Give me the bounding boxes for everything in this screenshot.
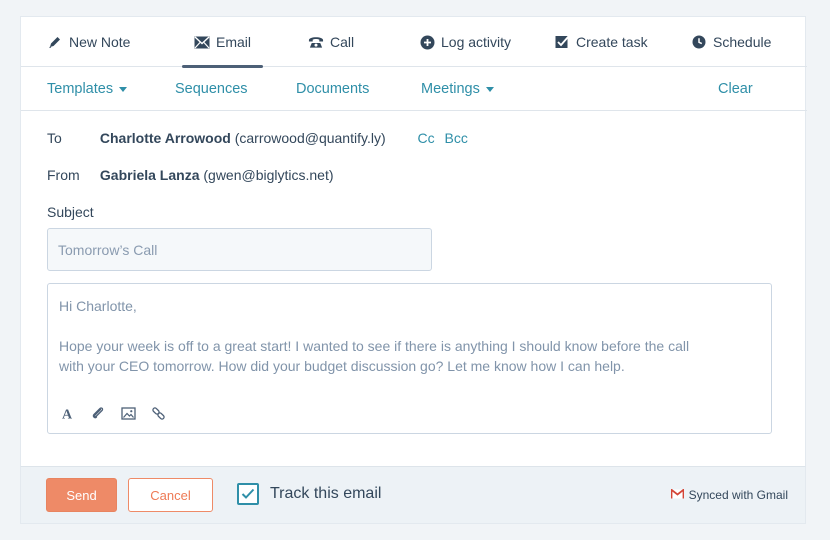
caret-down-icon: [485, 87, 494, 92]
image-icon[interactable]: [120, 405, 136, 421]
checkmark-icon: [241, 488, 255, 499]
caret-down-icon: [119, 87, 128, 92]
link-icon[interactable]: [150, 405, 166, 421]
gmail-sync-status: Synced with Gmail: [670, 487, 788, 502]
editor-toolbar: A: [60, 405, 166, 421]
body-greeting: Hi Charlotte,: [59, 298, 137, 314]
subject-input[interactable]: [47, 228, 432, 271]
tab-label: Create task: [576, 34, 648, 50]
sender-address: (gwen@biglytics.net): [203, 167, 334, 183]
sender-name[interactable]: Gabriela Lanza: [100, 167, 200, 183]
email-composer: New Note Email Call Log activity Create …: [20, 16, 807, 466]
tab-label: Call: [330, 34, 355, 50]
from-label: From: [47, 167, 80, 183]
email-body-editor[interactable]: Hi Charlotte, Hope your week is off to a…: [47, 283, 772, 434]
send-button[interactable]: Send: [46, 478, 117, 512]
envelope-icon: [194, 34, 210, 50]
meetings-dropdown[interactable]: Meetings: [421, 67, 494, 111]
body-line: Hope your week is off to a great start! …: [59, 338, 690, 354]
cancel-button[interactable]: Cancel: [128, 478, 213, 512]
plus-circle-icon: [419, 34, 435, 50]
clear-link[interactable]: Clear: [718, 67, 753, 111]
tab-create-task[interactable]: Create task: [554, 17, 648, 67]
documents-link[interactable]: Documents: [296, 67, 369, 111]
bcc-link[interactable]: Bcc: [445, 130, 468, 146]
meetings-label: Meetings: [421, 81, 480, 97]
composer-footer: Send Cancel Track this email Synced with…: [20, 466, 806, 524]
tab-label: New Note: [69, 34, 131, 50]
recipient-name[interactable]: Charlotte Arrowood: [100, 130, 231, 146]
tab-log-activity[interactable]: Log activity: [419, 17, 511, 67]
email-toolbar-nav: Templates Sequences Documents Meetings C…: [21, 67, 807, 111]
tab-call[interactable]: Call: [308, 17, 354, 67]
track-email-label: Track this email: [270, 485, 382, 502]
track-email-toggle[interactable]: Track this email: [237, 483, 381, 505]
tab-schedule[interactable]: Schedule: [691, 17, 771, 67]
to-row: To Charlotte Arrowood (carrowood@quantif…: [47, 130, 468, 146]
templates-label: Templates: [47, 81, 114, 97]
pencil-icon: [47, 34, 63, 50]
to-label: To: [47, 130, 62, 146]
cc-link[interactable]: Cc: [418, 130, 435, 146]
subject-label: Subject: [47, 204, 94, 220]
gmail-icon: [670, 487, 685, 502]
from-row: From Gabriela Lanza (gwen@biglytics.net): [47, 167, 334, 183]
tab-label: Log activity: [441, 34, 512, 50]
recipient-address: (carrowood@quantify.ly): [234, 130, 386, 146]
phone-icon: [308, 34, 324, 50]
track-email-checkbox[interactable]: [237, 483, 259, 505]
templates-dropdown[interactable]: Templates: [47, 67, 128, 111]
body-line: with your CEO tomorrow. How did your bud…: [59, 358, 625, 374]
checkbox-icon: [554, 34, 570, 50]
svg-text:A: A: [62, 408, 73, 421]
sequences-link[interactable]: Sequences: [175, 67, 248, 111]
synced-label: Synced with Gmail: [688, 488, 788, 502]
activity-tabs: New Note Email Call Log activity Create …: [21, 17, 807, 68]
paperclip-icon[interactable]: [90, 405, 106, 421]
text-format-icon[interactable]: A: [60, 405, 76, 421]
tab-email[interactable]: Email: [181, 17, 264, 68]
clock-icon: [691, 34, 707, 50]
tab-new-note[interactable]: New Note: [47, 17, 130, 67]
tab-label: Schedule: [713, 34, 772, 50]
email-body-text[interactable]: Hi Charlotte, Hope your week is off to a…: [59, 296, 759, 376]
tab-label: Email: [216, 34, 252, 50]
